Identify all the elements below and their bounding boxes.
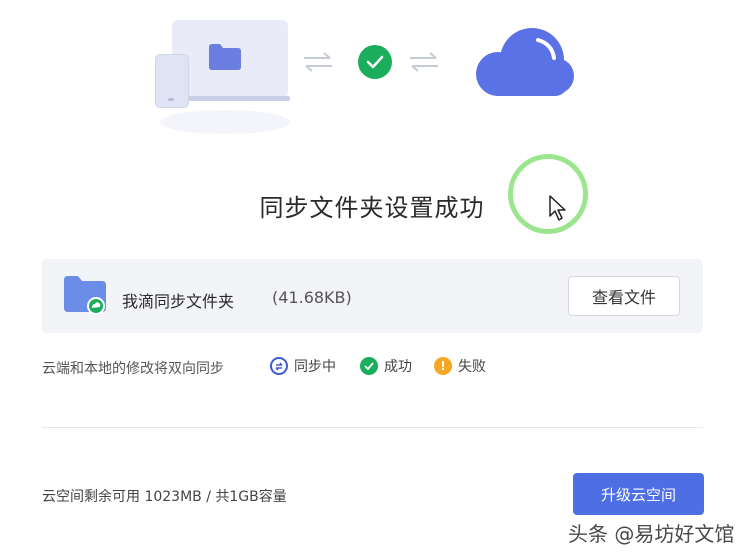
- legend-success-label: 成功: [384, 359, 412, 375]
- watermark: 头条 @易坊好文馆: [568, 522, 735, 546]
- success-check-icon: [360, 357, 378, 375]
- sync-arrows-left-icon: [304, 52, 332, 72]
- legend-syncing: 同步中: [270, 356, 336, 376]
- dialog-title: 同步文件夹设置成功: [259, 194, 485, 222]
- folder-name: 我滴同步文件夹: [122, 292, 235, 311]
- cloud-icon: [476, 28, 574, 96]
- folder-icon: [209, 44, 241, 70]
- failure-warning-icon: !: [434, 357, 452, 375]
- folder-size: (41.68KB): [272, 288, 352, 307]
- legend-failure-label: 失败: [458, 359, 486, 375]
- legend-failure: ! 失败: [434, 356, 486, 376]
- sync-description: 云端和本地的修改将双向同步: [42, 361, 224, 377]
- sync-arrows-right-icon: [410, 52, 438, 72]
- legend-success: 成功: [360, 356, 412, 376]
- syncing-icon: [270, 357, 288, 375]
- upgrade-storage-button[interactable]: 升级云空间: [573, 473, 704, 515]
- storage-remaining-text: 云空间剩余可用 1023MB / 共1GB容量: [42, 489, 287, 505]
- sync-folder-icon: [64, 276, 106, 315]
- legend-syncing-label: 同步中: [294, 359, 336, 375]
- view-files-button[interactable]: 查看文件: [568, 276, 680, 316]
- device-shadow: [160, 110, 290, 134]
- phone-button: [168, 98, 174, 101]
- divider: [42, 427, 703, 428]
- mouse-cursor-icon: [549, 195, 566, 221]
- sync-success-check-icon: [358, 45, 392, 79]
